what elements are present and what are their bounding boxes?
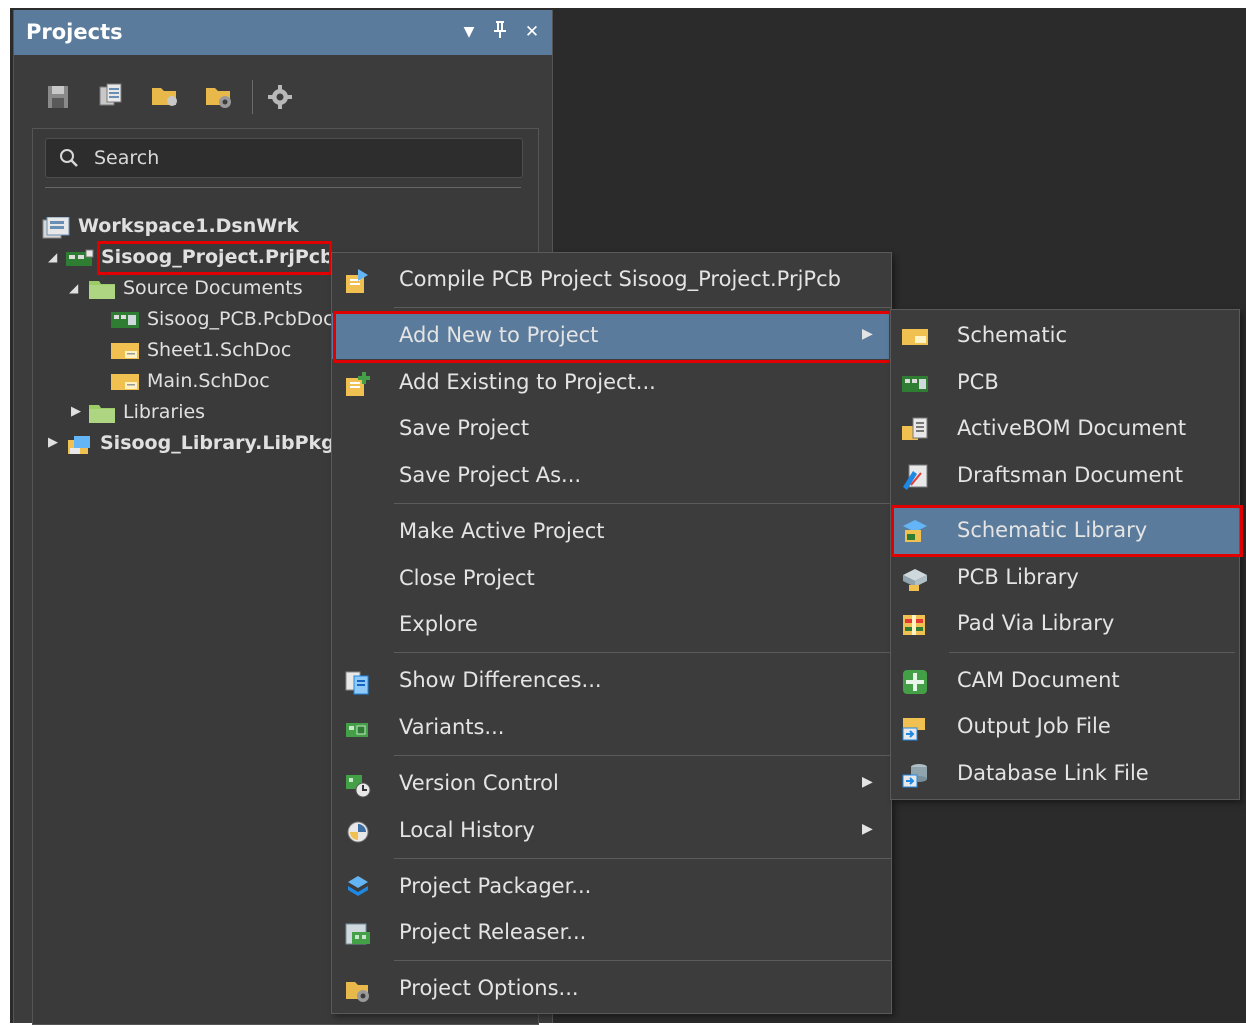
version-control-icon	[344, 771, 372, 799]
options-icon	[344, 976, 372, 1004]
schematic-document-icon	[111, 341, 139, 369]
tree-item-label: Sheet1.SchDoc	[147, 339, 292, 361]
divider	[45, 187, 521, 188]
collapsed-arrow-icon[interactable]: ▶	[48, 429, 58, 457]
close-icon[interactable]: ✕	[521, 20, 543, 44]
menu-separator	[394, 858, 891, 859]
menu-item-close-project[interactable]: Close Project	[332, 556, 891, 602]
menu-separator	[394, 307, 891, 308]
submenu-item-pcb-library[interactable]: PCB Library	[891, 555, 1239, 601]
submenu-item-activebom[interactable]: ActiveBOM Document	[891, 406, 1239, 452]
menu-item-make-active-project[interactable]: Make Active Project	[332, 509, 891, 555]
folder-icon	[89, 403, 117, 431]
tree-item-label: Workspace1.DsnWrk	[78, 215, 299, 237]
tree-item-document[interactable]: Main.SchDoc	[111, 367, 346, 395]
collapsed-arrow-icon[interactable]: ▶	[71, 398, 81, 426]
packager-icon	[344, 874, 372, 902]
menu-item-compile[interactable]: Compile PCB Project Sisoog_Project.PrjPc…	[332, 257, 891, 303]
tree-item-label: Libraries	[123, 401, 206, 423]
menu-separator	[949, 652, 1235, 653]
annotation-highlight	[97, 241, 332, 275]
tree-item-workspace[interactable]: Workspace1.DsnWrk	[42, 212, 342, 240]
history-icon	[344, 818, 372, 846]
submenu-arrow-icon: ▶	[862, 774, 873, 790]
pcb-icon	[901, 370, 929, 398]
menu-item-show-differences[interactable]: Show Differences...	[332, 658, 891, 704]
search-input[interactable]: Search	[45, 138, 523, 178]
tree-item-document[interactable]: Sisoog_PCB.PcbDoc	[111, 305, 346, 333]
library-package-icon	[66, 434, 94, 464]
folder-settings-icon[interactable]	[204, 82, 232, 110]
pcb-document-icon	[111, 310, 139, 333]
menu-item-project-options[interactable]: Project Options...	[332, 966, 891, 1012]
folder-open-icon[interactable]	[150, 82, 178, 110]
menu-item-add-existing[interactable]: Add Existing to Project...	[332, 360, 891, 406]
search-icon	[58, 147, 80, 173]
annotation-highlight	[891, 505, 1243, 557]
output-job-icon	[901, 714, 929, 742]
menu-item-save-project-as[interactable]: Save Project As...	[332, 453, 891, 499]
draftsman-icon	[901, 463, 929, 491]
submenu-item-pcb[interactable]: PCB	[891, 360, 1239, 406]
tree-item-source-documents[interactable]: ◢ Source Documents	[69, 274, 349, 302]
menu-item-project-packager[interactable]: Project Packager...	[332, 864, 891, 910]
menu-item-explore[interactable]: Explore	[332, 602, 891, 648]
panel-dropdown-icon[interactable]: ▼	[458, 20, 480, 44]
cam-icon	[901, 668, 929, 696]
tree-item-document[interactable]: Sheet1.SchDoc	[111, 336, 346, 364]
expanded-arrow-icon[interactable]: ◢	[69, 274, 78, 302]
schematic-icon	[901, 323, 929, 351]
tree-item-libraries[interactable]: ▶ Libraries	[69, 398, 349, 426]
add-existing-icon	[344, 370, 372, 398]
context-menu: Compile PCB Project Sisoog_Project.PrjPc…	[331, 252, 892, 1014]
tree-item-library-package[interactable]: ▶ Sisoog_Library.LibPkg	[46, 429, 346, 457]
tree-item-label: Sisoog_PCB.PcbDoc	[147, 308, 334, 330]
menu-separator	[394, 755, 891, 756]
search-placeholder: Search	[94, 147, 160, 169]
toolbar-separator	[252, 80, 253, 114]
pin-icon[interactable]	[489, 20, 511, 45]
submenu-item-draftsman[interactable]: Draftsman Document	[891, 453, 1239, 499]
menu-item-local-history[interactable]: Local History ▶	[332, 808, 891, 854]
copy-icon[interactable]	[97, 82, 125, 110]
menu-separator	[394, 652, 891, 653]
tree-item-label: Source Documents	[123, 277, 303, 299]
submenu-item-pad-via-library[interactable]: Pad Via Library	[891, 601, 1239, 647]
differences-icon	[344, 668, 372, 696]
pad-via-library-icon	[901, 611, 929, 639]
compile-icon	[344, 267, 372, 295]
menu-item-version-control[interactable]: Version Control ▶	[332, 761, 891, 807]
menu-item-save-project[interactable]: Save Project	[332, 406, 891, 452]
submenu-item-database-link[interactable]: Database Link File	[891, 751, 1239, 797]
submenu-arrow-icon: ▶	[862, 821, 873, 837]
submenu-item-cam-document[interactable]: CAM Document	[891, 658, 1239, 704]
schematic-document-icon	[111, 372, 139, 400]
menu-separator	[394, 960, 891, 961]
expanded-arrow-icon[interactable]: ◢	[48, 243, 57, 271]
annotation-highlight	[333, 311, 892, 363]
variants-icon	[344, 715, 372, 743]
menu-separator	[394, 503, 891, 504]
menu-item-variants[interactable]: Variants...	[332, 705, 891, 751]
pcb-project-icon	[66, 248, 94, 276]
submenu-item-output-job[interactable]: Output Job File	[891, 704, 1239, 750]
database-link-icon	[901, 761, 929, 789]
panel-title-bar: Projects ▼ ✕	[14, 10, 552, 55]
tree-item-label: Main.SchDoc	[147, 370, 270, 392]
gear-icon[interactable]	[267, 84, 295, 112]
bom-icon	[901, 416, 929, 444]
menu-item-project-releaser[interactable]: Project Releaser...	[332, 910, 891, 956]
folder-icon	[89, 279, 117, 307]
releaser-icon	[344, 920, 372, 948]
save-icon[interactable]	[46, 84, 74, 112]
tree-item-label: Sisoog_Library.LibPkg	[100, 432, 335, 454]
panel-title: Projects	[26, 20, 123, 44]
submenu-item-schematic[interactable]: Schematic	[891, 313, 1239, 359]
pcb-library-icon	[901, 565, 929, 593]
